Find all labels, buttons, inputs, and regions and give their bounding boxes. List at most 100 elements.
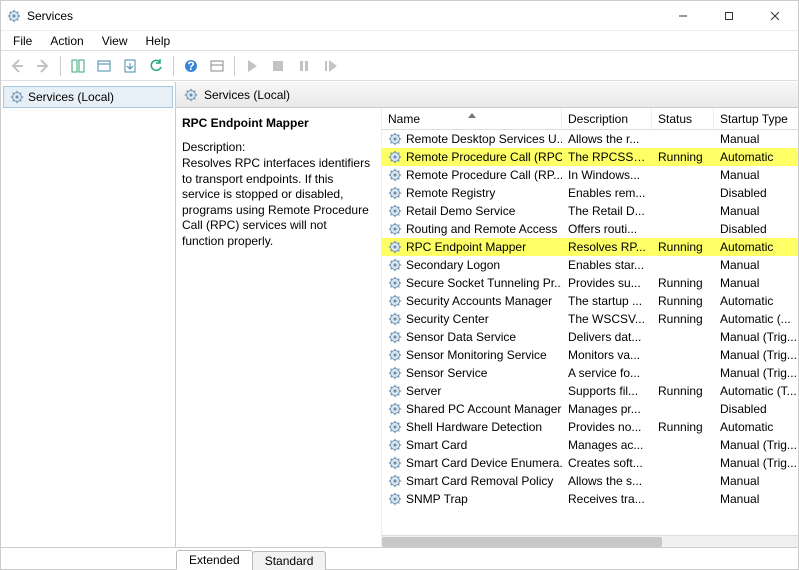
tree-node-services-local[interactable]: Services (Local)	[3, 86, 173, 108]
service-description: Provides no...	[562, 420, 652, 434]
table-row[interactable]: Remote Desktop Services U...Allows the r…	[382, 130, 798, 148]
table-row[interactable]: Sensor Monitoring ServiceMonitors va...M…	[382, 346, 798, 364]
table-row[interactable]: Routing and Remote AccessOffers routi...…	[382, 220, 798, 238]
service-startup: Automatic	[714, 240, 798, 254]
service-description: Delivers dat...	[562, 330, 652, 344]
gear-icon	[388, 294, 402, 308]
table-row[interactable]: ServerSupports fil...RunningAutomatic (T…	[382, 382, 798, 400]
service-startup: Automatic (...	[714, 312, 798, 326]
service-description: Provides su...	[562, 276, 652, 290]
menu-action[interactable]: Action	[42, 32, 91, 50]
table-row[interactable]: Smart Card Removal Policy Allows the s...…	[382, 472, 798, 490]
stop-service-button[interactable]	[266, 54, 290, 78]
forward-button[interactable]	[31, 54, 55, 78]
detail-desc-label: Description:	[182, 140, 371, 154]
pause-service-button[interactable]	[292, 54, 316, 78]
table-row[interactable]: Shell Hardware DetectionProvides no...Ru…	[382, 418, 798, 436]
service-description: Enables rem...	[562, 186, 652, 200]
menu-view[interactable]: View	[94, 32, 136, 50]
tab-standard[interactable]: Standard	[252, 551, 327, 570]
service-description: Monitors va...	[562, 348, 652, 362]
list-body[interactable]: Remote Desktop Services U...Allows the r…	[382, 130, 798, 535]
gear-icon	[388, 258, 402, 272]
result-pane: Services (Local) RPC Endpoint Mapper Des…	[176, 82, 798, 547]
gear-icon	[388, 474, 402, 488]
table-row[interactable]: Smart Card Device Enumera...Creates soft…	[382, 454, 798, 472]
service-startup: Disabled	[714, 402, 798, 416]
table-row[interactable]: Remote Procedure Call (RPC)The RPCSS s..…	[382, 148, 798, 166]
service-name: Smart Card Removal Policy	[406, 474, 553, 488]
table-row[interactable]: Security CenterThe WSCSV...RunningAutoma…	[382, 310, 798, 328]
window-controls	[660, 1, 798, 31]
service-description: Manages pr...	[562, 402, 652, 416]
gear-icon	[388, 312, 402, 326]
service-startup: Disabled	[714, 186, 798, 200]
service-description: Supports fil...	[562, 384, 652, 398]
service-name: Secondary Logon	[406, 258, 500, 272]
service-startup: Automatic	[714, 150, 798, 164]
menu-help[interactable]: Help	[138, 32, 179, 50]
gear-icon	[388, 168, 402, 182]
refresh-button[interactable]	[144, 54, 168, 78]
gear-icon	[388, 204, 402, 218]
toolbar: ?	[1, 51, 798, 81]
service-name: Remote Procedure Call (RP...	[406, 168, 562, 182]
service-name: SNMP Trap	[406, 492, 468, 506]
table-row[interactable]: Security Accounts ManagerThe startup ...…	[382, 292, 798, 310]
service-description: Allows the s...	[562, 474, 652, 488]
gear-icon	[388, 438, 402, 452]
service-detail-panel: RPC Endpoint Mapper Description: Resolve…	[176, 108, 381, 547]
maximize-button[interactable]	[706, 1, 752, 31]
table-row[interactable]: Remote RegistryEnables rem...DisabledLoc…	[382, 184, 798, 202]
table-row[interactable]: RPC Endpoint MapperResolves RP...Running…	[382, 238, 798, 256]
service-description: Resolves RP...	[562, 240, 652, 254]
export-list-button[interactable]	[118, 54, 142, 78]
console-tree[interactable]: Services (Local)	[1, 82, 176, 547]
restart-service-button[interactable]	[318, 54, 342, 78]
service-startup: Disabled	[714, 222, 798, 236]
service-name: RPC Endpoint Mapper	[406, 240, 526, 254]
scrollbar-thumb[interactable]	[382, 537, 662, 547]
table-row[interactable]: Smart CardManages ac...Manual (Trig...Lo…	[382, 436, 798, 454]
service-name: Sensor Service	[406, 366, 487, 380]
help-button[interactable]: ?	[179, 54, 203, 78]
service-description: Allows the r...	[562, 132, 652, 146]
table-row[interactable]: Secondary LogonEnables star...ManualLoca	[382, 256, 798, 274]
table-row[interactable]: Retail Demo ServiceThe Retail D...Manual…	[382, 202, 798, 220]
service-startup: Automatic	[714, 420, 798, 434]
toolbar-extra-button[interactable]	[205, 54, 229, 78]
table-row[interactable]: Shared PC Account ManagerManages pr...Di…	[382, 400, 798, 418]
result-pane-title: Services (Local)	[204, 88, 290, 102]
service-status: Running	[652, 150, 714, 164]
minimize-button[interactable]	[660, 1, 706, 31]
column-header-name[interactable]: Name	[382, 108, 562, 129]
sort-indicator-icon	[468, 108, 476, 121]
table-row[interactable]: Remote Procedure Call (RP...In Windows..…	[382, 166, 798, 184]
tab-extended[interactable]: Extended	[176, 550, 253, 570]
column-header-startup[interactable]: Startup Type	[714, 108, 798, 129]
service-description: The Retail D...	[562, 204, 652, 218]
show-hide-tree-button[interactable]	[66, 54, 90, 78]
table-row[interactable]: SNMP TrapReceives tra...ManualLoca	[382, 490, 798, 508]
service-startup: Manual	[714, 132, 798, 146]
back-button[interactable]	[5, 54, 29, 78]
properties-button[interactable]	[92, 54, 116, 78]
close-button[interactable]	[752, 1, 798, 31]
tree-node-label: Services (Local)	[28, 90, 114, 104]
table-row[interactable]: Secure Socket Tunneling Pr...Provides su…	[382, 274, 798, 292]
detail-title: RPC Endpoint Mapper	[182, 116, 371, 130]
main-area: Services (Local) Services (Local) RPC En…	[1, 81, 798, 547]
table-row[interactable]: Sensor Data ServiceDelivers dat...Manual…	[382, 328, 798, 346]
menu-file[interactable]: File	[5, 32, 40, 50]
table-row[interactable]: Sensor ServiceA service fo...Manual (Tri…	[382, 364, 798, 382]
service-status: Running	[652, 294, 714, 308]
gear-icon	[388, 420, 402, 434]
column-header-status[interactable]: Status	[652, 108, 714, 129]
column-header-description[interactable]: Description	[562, 108, 652, 129]
service-description: The RPCSS s...	[562, 150, 652, 164]
gear-icon	[388, 384, 402, 398]
horizontal-scrollbar[interactable]	[382, 535, 798, 547]
service-name: Sensor Data Service	[406, 330, 516, 344]
start-service-button[interactable]	[240, 54, 264, 78]
service-startup: Automatic (T...	[714, 384, 798, 398]
